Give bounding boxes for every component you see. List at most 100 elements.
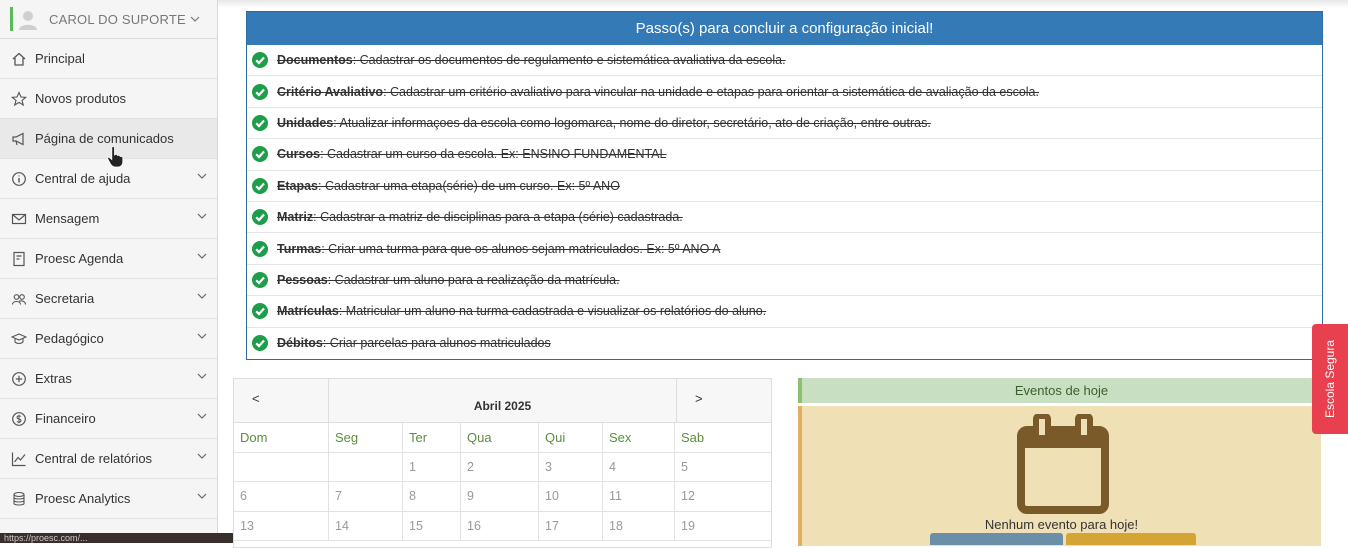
escola-segura-label: Escola Segura [1323, 339, 1338, 419]
calendar-day[interactable]: 9 [461, 482, 539, 511]
chevron-down-icon [190, 16, 200, 22]
calendar-day[interactable]: 8 [403, 482, 461, 511]
events-empty-message: Nenhum evento para hoje! [984, 517, 1139, 532]
setup-step-desc: : Atualizar informaçoes da escola como l… [333, 115, 931, 130]
setup-step-name: Débitos [277, 336, 323, 351]
setup-step: Documentos: Cadastrar os documentos de r… [247, 45, 1322, 77]
calendar-day[interactable]: 1 [403, 452, 461, 481]
line-chart-icon [11, 452, 26, 466]
calendar-day[interactable] [329, 452, 403, 481]
check-circle-icon [252, 114, 268, 131]
check-circle-icon [252, 209, 268, 226]
chevron-down-icon [197, 213, 207, 219]
calendar-day[interactable]: 5 [675, 453, 771, 482]
setup-step: Matriz: Cadastrar a matriz de disciplina… [247, 202, 1322, 234]
setup-step-text[interactable]: Documentos: Cadastrar os documentos de r… [277, 53, 786, 67]
setup-step-text[interactable]: Pessoas: Cadastrar um aluno para a reali… [277, 273, 620, 287]
calendar-day[interactable]: 11 [603, 482, 675, 511]
setup-step: Unidades: Atualizar informaçoes da escol… [247, 108, 1322, 140]
calendar-day[interactable]: 14 [329, 511, 403, 540]
chevron-down-icon [197, 453, 207, 459]
chevron-down-icon [197, 293, 207, 299]
calendar-weekday: Dom [234, 423, 329, 452]
setup-step-text[interactable]: Critério Avaliativo: Cadastrar um critér… [277, 85, 1039, 99]
sidebar-item-label: Novos produtos [35, 91, 127, 106]
sidebar-item-mensagem[interactable]: Mensagem [0, 199, 217, 239]
sidebar-item-novos-produtos[interactable]: Novos produtos [0, 79, 217, 119]
calendar-day[interactable]: 6 [234, 482, 329, 511]
sidebar-item-label: Central de ajuda [35, 171, 131, 186]
setup-step-desc: : Cadastrar um aluno para a realização d… [327, 272, 620, 287]
check-circle-icon [252, 240, 268, 257]
chevron-down-icon [197, 253, 207, 259]
calendar-day[interactable]: 18 [603, 511, 675, 540]
setup-step-text[interactable]: Matrículas: Matricular um aluno na turma… [277, 304, 766, 318]
escola-segura-tab[interactable]: Escola Segura [1312, 324, 1348, 434]
sidebar-item-proesc-analytics[interactable]: Proesc Analytics [0, 479, 217, 519]
calendar-day[interactable]: 2 [461, 452, 539, 481]
sidebar-item-extras[interactable]: Extras [0, 359, 217, 399]
sidebar-item-pedagogico[interactable]: Pedagógico [0, 319, 217, 359]
sidebar-item-principal[interactable]: Principal [0, 39, 217, 79]
calendar-week-row: 12345 [234, 452, 771, 482]
calendar-weekday: Qua [461, 423, 539, 452]
setup-title: Passo(s) para concluir a configuração in… [247, 12, 1322, 45]
avatar-icon [19, 11, 37, 30]
calendar-day[interactable]: 7 [329, 482, 403, 511]
sidebar-item-label: Proesc Analytics [35, 491, 131, 506]
setup-step-name: Unidades [277, 115, 334, 130]
calendar-day[interactable]: 3 [539, 452, 603, 481]
sidebar-item-secretaria[interactable]: Secretaria [0, 279, 217, 319]
events-action-button-1[interactable] [930, 533, 1063, 545]
setup-step: Turmas: Criar uma turma para que os alun… [247, 233, 1322, 265]
calendar-day[interactable]: 4 [603, 452, 675, 481]
setup-step: Etapas: Cadastrar uma etapa(série) de um… [247, 171, 1322, 202]
setup-step-text[interactable]: Matriz: Cadastrar a matriz de disciplina… [277, 210, 683, 224]
setup-step-text[interactable]: Turmas: Criar uma turma para que os alun… [277, 242, 720, 256]
calendar: < Abril 2025 > Dom Seg Ter Qua Qui Sex Sab 1 2 3 4… [233, 378, 772, 548]
sidebar-item-financeiro[interactable]: Financeiro [0, 399, 217, 439]
hand-cursor-icon [107, 146, 124, 168]
setup-step: Pessoas: Cadastrar um aluno para a reali… [247, 265, 1322, 297]
user-menu[interactable]: CAROL DO SUPORTE [0, 0, 217, 39]
top-shadow [218, 0, 1348, 8]
calendar-header: < Abril 2025 > [234, 379, 771, 423]
calendar-weekday: Seg [329, 423, 403, 452]
sidebar-item-central-de-relatorios[interactable]: Central de relatórios [0, 439, 217, 479]
setup-step-name: Etapas [277, 178, 318, 193]
setup-step-name: Cursos [277, 147, 321, 162]
check-circle-icon [252, 177, 268, 194]
calendar-day[interactable]: 17 [539, 511, 603, 540]
calendar-prev-button[interactable]: < [234, 379, 329, 422]
setup-step-desc: : Cadastrar um curso da escola. Ex: ENSI… [320, 147, 667, 162]
calendar-day[interactable]: 12 [675, 482, 771, 511]
events-action-button-2[interactable] [1066, 533, 1196, 545]
setup-step-text[interactable]: Unidades: Atualizar informaçoes da escol… [277, 116, 931, 130]
check-circle-icon [252, 271, 268, 288]
setup-step-text[interactable]: Cursos: Cadastrar um curso da escola. Ex… [277, 147, 666, 161]
setup-step-desc: : Cadastrar uma etapa(série) de um curso… [318, 178, 620, 193]
setup-step-text[interactable]: Etapas: Cadastrar uma etapa(série) de um… [277, 179, 620, 193]
chevron-down-icon [197, 413, 207, 419]
setup-step-name: Critério Avaliativo [277, 84, 384, 99]
chevron-down-icon [197, 333, 207, 339]
user-status-bar [10, 7, 13, 31]
sidebar-item-proesc-agenda[interactable]: Proesc Agenda [0, 239, 217, 279]
calendar-month-title: Abril 2025 [329, 379, 676, 422]
calendar-day[interactable]: 16 [461, 511, 539, 540]
setup-step-desc: : Cadastrar os documentos de regulamento… [352, 53, 786, 68]
setup-step: Matrículas: Matricular um aluno na turma… [247, 296, 1322, 328]
calendar-day[interactable]: 19 [675, 512, 771, 541]
events-body: Nenhum evento para hoje! [798, 406, 1321, 546]
calendar-day[interactable] [234, 452, 329, 481]
calendar-day[interactable]: 13 [234, 511, 329, 540]
calendar-next-button[interactable]: > [676, 379, 771, 422]
calendar-weekday: Sex [603, 423, 675, 452]
calendar-icon [1017, 414, 1109, 514]
sidebar-item-label: Página de comunicados [35, 131, 174, 146]
sidebar-menu: Principal Novos produtos Página de comunic… [0, 39, 217, 519]
setup-step-text[interactable]: Débitos: Criar parcelas para alunos matr… [277, 336, 551, 350]
calendar-day[interactable]: 10 [539, 482, 603, 511]
calendar-day[interactable]: 15 [403, 511, 461, 540]
setup-step-desc: : Cadastrar um critério avaliativo para … [383, 84, 1039, 99]
